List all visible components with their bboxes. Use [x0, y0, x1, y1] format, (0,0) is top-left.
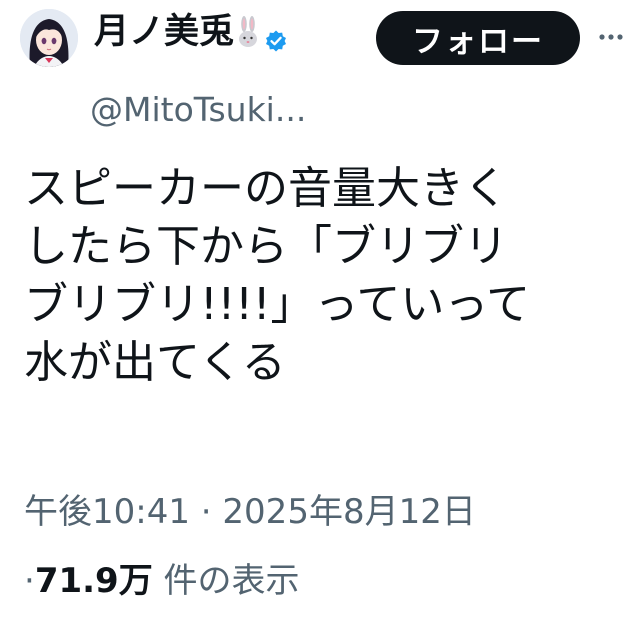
views-label: 件の表示 — [152, 561, 300, 601]
tweet-text-line: ブリブリ!!!!」っていって — [24, 279, 531, 330]
tweet-views[interactable]: ·71.9万 件の表示 — [24, 557, 300, 605]
tweet-time: 午後10:41 — [24, 492, 190, 532]
avatar-image — [20, 9, 78, 67]
user-handle[interactable]: @MitoTsuki... — [90, 88, 306, 132]
tweet-detail: 月ノ美兎 @MitoTsuki... フォロー スピーカーの音量大きく したら下… — [0, 0, 640, 640]
follow-button[interactable]: フォロー — [376, 11, 580, 65]
display-name-text: 月ノ美兎 — [94, 12, 235, 52]
rabbit-emoji-icon — [236, 15, 260, 49]
tweet-date: 2025年8月12日 — [222, 492, 476, 532]
display-name[interactable]: 月ノ美兎 — [94, 10, 288, 54]
more-options-icon[interactable] — [594, 20, 628, 54]
meta-separator: · — [189, 492, 223, 532]
tweet-text-line: スピーカーの音量大きく — [24, 163, 508, 214]
avatar[interactable] — [20, 9, 78, 67]
views-count: 71.9万 — [34, 561, 153, 601]
tweet-text-line: したら下から「ブリブリ — [24, 221, 508, 272]
tweet-text: スピーカーの音量大きく したら下から「ブリブリ ブリブリ!!!!」っていって 水… — [24, 160, 628, 392]
verified-badge-icon — [264, 20, 288, 52]
views-prefix: · — [24, 561, 35, 601]
tweet-timestamp[interactable]: 午後10:41 · 2025年8月12日 — [24, 488, 476, 536]
tweet-text-line: 水が出てくる — [24, 337, 286, 388]
